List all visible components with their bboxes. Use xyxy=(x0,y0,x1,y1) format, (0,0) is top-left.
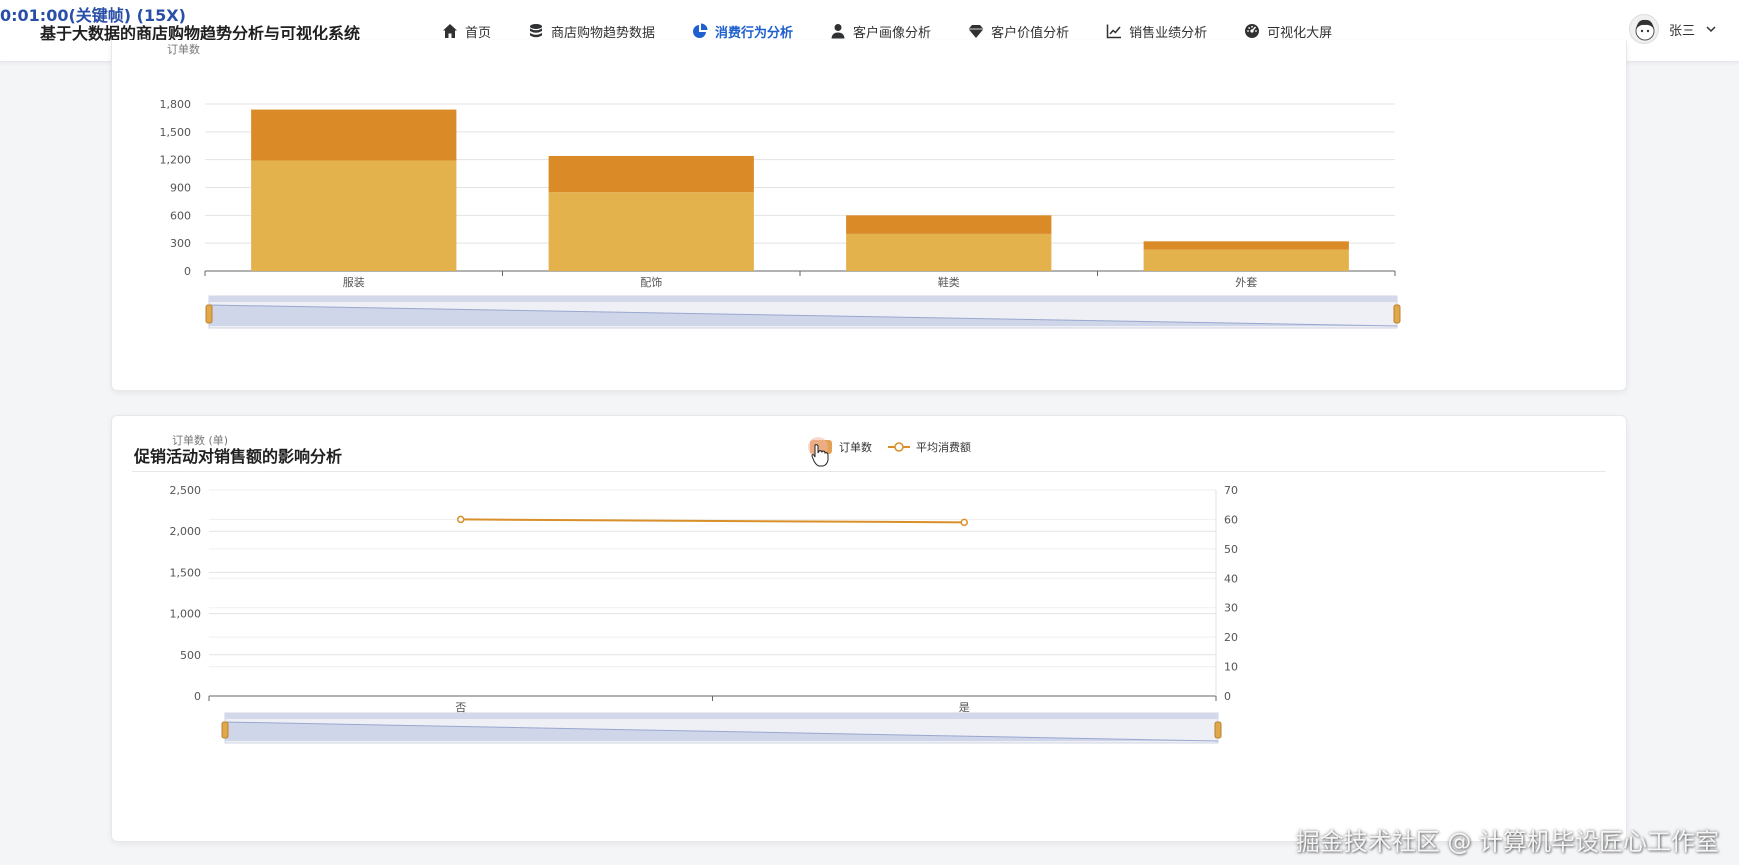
x-tick-label: 是 xyxy=(959,701,970,714)
x-tick-label: 配饰 xyxy=(640,275,662,289)
y-tick-label-right: 60 xyxy=(1224,513,1238,526)
nav-label-customer-profile: 客户画像分析 xyxy=(853,25,932,41)
y-tick-label: 300 xyxy=(170,237,191,250)
avatar xyxy=(1628,14,1659,44)
legend-label-orders: 订单数 xyxy=(839,441,872,454)
nav-label-home: 首页 xyxy=(465,25,492,41)
datazoom-handle-left[interactable] xyxy=(221,721,229,739)
x-tick-label: 鞋类 xyxy=(938,275,960,289)
bar-upper[interactable] xyxy=(846,215,1052,234)
bar-upper[interactable] xyxy=(251,109,457,161)
y-axis-label-left: 订单数 (单) xyxy=(172,434,228,447)
home-icon xyxy=(443,24,457,38)
y-tick-label-right: 40 xyxy=(1224,572,1238,585)
y-tick-label-right: 50 xyxy=(1224,543,1238,556)
y-tick-label-left: 1,000 xyxy=(170,608,202,621)
y-tick-label-right: 10 xyxy=(1224,661,1238,674)
y-axis-label: 订单数 xyxy=(167,43,200,56)
y-tick-label: 1,200 xyxy=(160,154,192,167)
user-name: 张三 xyxy=(1668,23,1695,39)
database-icon xyxy=(530,24,543,38)
datazoom-top-bar xyxy=(225,713,1218,719)
y-tick-label-right: 0 xyxy=(1224,690,1231,703)
x-tick-label: 否 xyxy=(455,701,466,714)
promotion-impact-chart: 0 500 1,000 1,500 2,000 2,500 0 10 20 30 40 50 60 70 订… xyxy=(170,434,1238,744)
y-tick-label: 600 xyxy=(170,209,191,222)
y-tick-label-left: 500 xyxy=(180,649,201,662)
nav-label-sales-performance: 销售业绩分析 xyxy=(1129,25,1208,41)
nav-label-customer-value: 客户价值分析 xyxy=(991,25,1070,41)
datazoom-handle-left[interactable] xyxy=(205,304,213,324)
bar-lower[interactable] xyxy=(548,192,754,271)
category-orders-chart: 0 300 600 900 1,200 1,500 1,800 订单数服装 配饰 鞋类 外套 xyxy=(160,43,1401,329)
chevron-down-icon xyxy=(1706,26,1716,33)
legend-swatch-avg-point xyxy=(894,442,904,452)
nav-label-visual-dashboard: 可视化大屏 xyxy=(1267,25,1333,41)
y-tick-label-left: 2,000 xyxy=(170,525,202,538)
bar-lower[interactable] xyxy=(1143,249,1349,271)
legend-label-avg-spend: 平均消费额 xyxy=(916,440,971,454)
x-tick-label: 外套 xyxy=(1235,276,1257,289)
y-tick-label-right: 30 xyxy=(1224,602,1238,615)
bar-lower[interactable] xyxy=(251,160,457,271)
datazoom-handle-right[interactable] xyxy=(1214,721,1222,739)
y-tick-label-left: 1,500 xyxy=(170,566,202,579)
user-menu[interactable]: 张三 xyxy=(1628,14,1717,44)
y-tick-label-left: 2,500 xyxy=(170,484,202,497)
watermark: 掘金技术社区 @ 计算机毕设匠心工作室 xyxy=(1295,828,1719,856)
y-tick-label: 1,500 xyxy=(160,126,192,139)
nav-label-consumption-behavior: 消费行为分析 xyxy=(715,25,794,41)
y-tick-label-right: 20 xyxy=(1224,631,1238,644)
pie-chart-icon xyxy=(693,23,708,38)
y-tick-label: 0 xyxy=(184,265,191,278)
line-point[interactable] xyxy=(457,515,465,524)
y-tick-label: 1,800 xyxy=(160,98,192,111)
dashboard-icon xyxy=(1245,24,1260,38)
line-chart-icon xyxy=(1106,24,1122,39)
video-timestamp-overlay: 0:01:00(关键帧) (15X) xyxy=(0,6,186,25)
category-orders-card: 0 300 600 900 1,200 1,500 1,800 订单数服装 配饰 鞋类 外套 xyxy=(111,40,1627,391)
nav-label-shopping-trend-data: 商店购物趋势数据 xyxy=(551,25,656,41)
line-point[interactable] xyxy=(960,518,968,527)
bar-lower[interactable] xyxy=(846,233,1052,271)
y-tick-label: 900 xyxy=(170,182,191,195)
bar-upper[interactable] xyxy=(548,155,754,193)
datazoom-top-bar xyxy=(209,296,1397,302)
x-tick-label: 服装 xyxy=(343,276,365,289)
bar-upper[interactable] xyxy=(1143,241,1349,250)
diamond-icon xyxy=(968,25,984,38)
promotion-impact-card: 促销活动对销售额的影响分析 0 500 1,000 1,500 2,000 2,500 0 1… xyxy=(111,415,1627,842)
y-tick-label-right: 70 xyxy=(1224,484,1238,497)
user-icon xyxy=(831,24,845,39)
datazoom-handle-right[interactable] xyxy=(1393,304,1401,324)
y-tick-label-left: 0 xyxy=(194,690,201,703)
